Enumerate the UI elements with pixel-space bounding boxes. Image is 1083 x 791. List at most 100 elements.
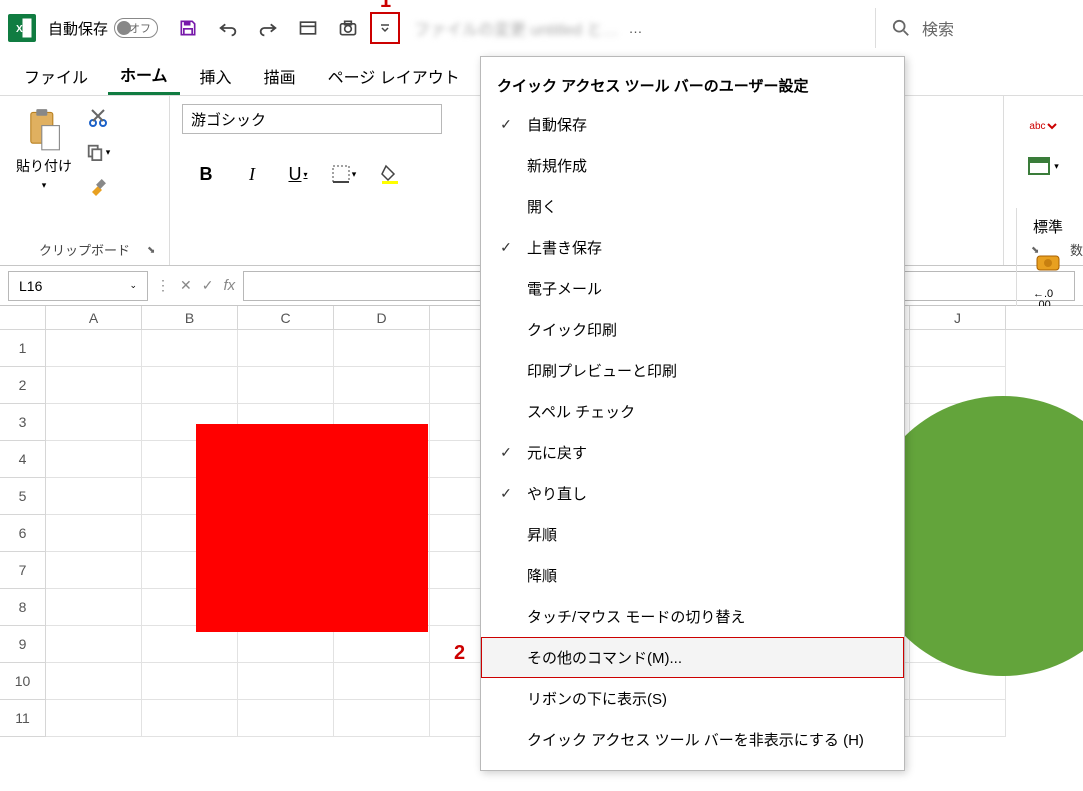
row-header[interactable]: 7 bbox=[0, 552, 46, 589]
cell[interactable] bbox=[910, 330, 1006, 367]
clipboard-launcher[interactable]: ⬊ bbox=[147, 245, 161, 259]
qat-menu-item[interactable]: 新規作成 bbox=[481, 145, 904, 186]
tab-page-layout[interactable]: ページ レイアウト bbox=[316, 58, 472, 94]
document-title-blurred: ファイルの変更 untitled と… bbox=[414, 16, 619, 40]
font-name-input[interactable] bbox=[182, 104, 442, 134]
cell[interactable] bbox=[46, 478, 142, 515]
qat-menu-item[interactable]: ✓やり直し bbox=[481, 473, 904, 514]
expand-icon[interactable]: ⋮ bbox=[156, 277, 170, 294]
row-header[interactable]: 3 bbox=[0, 404, 46, 441]
column-header[interactable]: B bbox=[142, 306, 238, 329]
qat-menu-item[interactable]: その他のコマンド(M)... bbox=[481, 637, 904, 678]
tab-draw[interactable]: 描画 bbox=[252, 58, 308, 94]
qat-menu-item[interactable]: 開く bbox=[481, 186, 904, 227]
cell[interactable] bbox=[46, 552, 142, 589]
qat-menu-item[interactable]: 電子メール bbox=[481, 268, 904, 309]
row-header[interactable]: 4 bbox=[0, 441, 46, 478]
row-header[interactable]: 1 bbox=[0, 330, 46, 367]
row-header[interactable]: 11 bbox=[0, 700, 46, 737]
cell[interactable] bbox=[238, 700, 334, 737]
styles-launcher[interactable]: ⬊ bbox=[1031, 245, 1045, 259]
tab-insert[interactable]: 挿入 bbox=[188, 58, 244, 94]
copy-button[interactable]: ▾ bbox=[84, 138, 112, 166]
row-header[interactable]: 9 bbox=[0, 626, 46, 663]
qat-menu-item[interactable]: リボンの下に表示(S) bbox=[481, 678, 904, 719]
fill-color-button[interactable] bbox=[376, 160, 404, 188]
fx-icon[interactable]: fx bbox=[223, 277, 235, 294]
qat-menu-item[interactable]: クイック印刷 bbox=[481, 309, 904, 350]
cell[interactable] bbox=[46, 441, 142, 478]
cell[interactable] bbox=[142, 367, 238, 404]
camera-icon[interactable] bbox=[330, 10, 366, 46]
qat-menu-item[interactable]: クイック アクセス ツール バーを非表示にする (H) bbox=[481, 719, 904, 760]
cell[interactable] bbox=[46, 330, 142, 367]
cell[interactable] bbox=[46, 663, 142, 700]
menu-item-label: クイック アクセス ツール バーを非表示にする (H) bbox=[527, 729, 864, 750]
cut-button[interactable] bbox=[84, 104, 112, 132]
qat-menu-item[interactable]: ✓自動保存 bbox=[481, 104, 904, 145]
row-header[interactable]: 8 bbox=[0, 589, 46, 626]
row-header[interactable]: 10 bbox=[0, 663, 46, 700]
cell[interactable] bbox=[46, 367, 142, 404]
cell-styles-button[interactable]: ▾ bbox=[1024, 152, 1063, 180]
row-header[interactable]: 2 bbox=[0, 367, 46, 404]
cell[interactable] bbox=[46, 515, 142, 552]
cell[interactable] bbox=[142, 700, 238, 737]
row-header[interactable]: 5 bbox=[0, 478, 46, 515]
qat-menu-item[interactable]: タッチ/マウス モードの切り替え bbox=[481, 596, 904, 637]
menu-item-label: スペル チェック bbox=[527, 401, 635, 422]
paste-button[interactable]: 貼り付け ▾ bbox=[12, 104, 76, 257]
qat-menu-item[interactable]: ✓元に戻す bbox=[481, 432, 904, 473]
format-painter-button[interactable] bbox=[84, 172, 112, 200]
qat-box-icon[interactable] bbox=[290, 10, 326, 46]
borders-button[interactable]: ▾ bbox=[330, 160, 358, 188]
normal-style-label[interactable]: 標準 bbox=[1033, 216, 1063, 237]
cell[interactable] bbox=[334, 700, 430, 737]
cell[interactable] bbox=[142, 330, 238, 367]
bold-button[interactable]: B bbox=[192, 160, 220, 188]
cell[interactable] bbox=[238, 663, 334, 700]
select-all-corner[interactable] bbox=[0, 306, 46, 329]
redo-button[interactable] bbox=[250, 10, 286, 46]
name-box[interactable]: L16 ⌄ bbox=[8, 271, 148, 301]
checkmark-icon: ✓ bbox=[497, 444, 515, 461]
qat-menu-item[interactable]: ✓上書き保存 bbox=[481, 227, 904, 268]
underline-button[interactable]: U▾ bbox=[284, 160, 312, 188]
cell[interactable] bbox=[46, 626, 142, 663]
qat-menu-item[interactable]: 降順 bbox=[481, 555, 904, 596]
tab-home[interactable]: ホーム bbox=[108, 56, 180, 95]
italic-button[interactable]: I bbox=[238, 160, 266, 188]
column-header[interactable]: A bbox=[46, 306, 142, 329]
red-rectangle-shape[interactable] bbox=[196, 424, 428, 632]
cell[interactable] bbox=[334, 330, 430, 367]
cell[interactable] bbox=[238, 330, 334, 367]
cell[interactable] bbox=[46, 404, 142, 441]
cell[interactable] bbox=[238, 367, 334, 404]
column-header[interactable]: J bbox=[910, 306, 1006, 329]
qat-menu-item[interactable]: 昇順 bbox=[481, 514, 904, 555]
column-header[interactable]: D bbox=[334, 306, 430, 329]
row-header[interactable]: 6 bbox=[0, 515, 46, 552]
cell[interactable] bbox=[142, 663, 238, 700]
number-group-label: 数 bbox=[1070, 240, 1083, 259]
tab-file[interactable]: ファイル bbox=[12, 58, 100, 94]
cell[interactable] bbox=[334, 663, 430, 700]
save-button[interactable] bbox=[170, 10, 206, 46]
qat-menu-item[interactable]: スペル チェック bbox=[481, 391, 904, 432]
cancel-icon[interactable]: ✕ bbox=[180, 277, 192, 294]
undo-button[interactable] bbox=[210, 10, 246, 46]
callout-2: 2 bbox=[454, 642, 465, 665]
cell[interactable] bbox=[46, 589, 142, 626]
cell[interactable] bbox=[334, 367, 430, 404]
cell[interactable] bbox=[46, 700, 142, 737]
furigana-button[interactable]: abc bbox=[1024, 112, 1063, 140]
cell[interactable] bbox=[910, 700, 1006, 737]
search-placeholder: 検索 bbox=[922, 16, 954, 40]
menu-item-label: クイック印刷 bbox=[527, 319, 617, 340]
enter-icon[interactable]: ✓ bbox=[202, 277, 214, 294]
autosave-toggle[interactable]: オフ bbox=[114, 18, 158, 38]
qat-customize-dropdown[interactable]: 1 bbox=[370, 12, 400, 44]
search-box[interactable]: 検索 bbox=[875, 8, 1075, 48]
qat-menu-item[interactable]: 印刷プレビューと印刷 bbox=[481, 350, 904, 391]
column-header[interactable]: C bbox=[238, 306, 334, 329]
